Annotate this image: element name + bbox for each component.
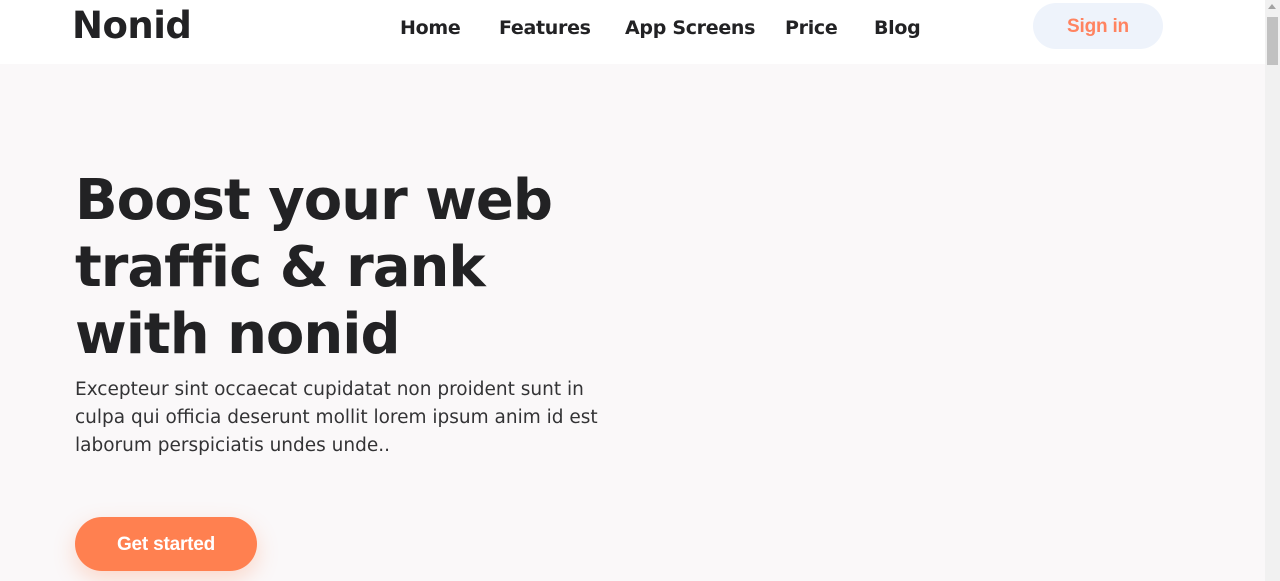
hero-description-line: Excepteur sint occaecat cupidatat non pr… (75, 379, 584, 400)
hero-title-line: Boost your web (75, 168, 553, 233)
page-scrollbar[interactable] (1265, 0, 1280, 581)
sign-in-button[interactable]: Sign in (1033, 3, 1163, 49)
hero-description-line: laborum perspiciatis undes unde.. (75, 435, 391, 456)
hero-title-line: with nonid (75, 302, 401, 367)
page: Nonid Home Features App Screens Price Bl… (0, 0, 1280, 581)
hero-title: Boost your web traffic & rank with nonid (75, 167, 635, 368)
hero-description-line: culpa qui officia deserunt mollit lorem … (75, 407, 598, 428)
scroll-up-arrow-icon[interactable] (1268, 4, 1276, 9)
get-started-button[interactable]: Get started (75, 517, 257, 571)
nav-home-link[interactable]: Home (400, 16, 461, 40)
nav-features-link[interactable]: Features (499, 16, 591, 40)
nav-app-screens-link[interactable]: App Screens (625, 16, 755, 40)
nav-price-link[interactable]: Price (785, 16, 838, 40)
site-logo[interactable]: Nonid (72, 4, 192, 48)
site-header: Nonid Home Features App Screens Price Bl… (0, 0, 1265, 64)
hero-title-line: traffic & rank (75, 235, 486, 300)
scrollbar-thumb[interactable] (1267, 17, 1278, 65)
nav-blog-link[interactable]: Blog (874, 16, 921, 40)
hero-description: Excepteur sint occaecat cupidatat non pr… (75, 376, 635, 460)
